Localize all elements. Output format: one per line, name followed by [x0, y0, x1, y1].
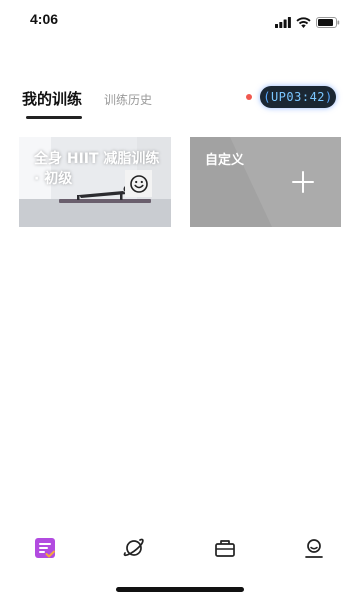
status-icons — [275, 13, 340, 32]
timer-bracket-right: ) — [325, 90, 333, 104]
tab-training-history[interactable]: 训练历史 — [104, 91, 152, 108]
plus-icon[interactable] — [290, 169, 316, 195]
battery-icon — [316, 13, 340, 32]
status-time: 4:06 — [30, 11, 59, 27]
timer-value: 03:42 — [286, 90, 326, 104]
recording-dot — [246, 94, 252, 100]
home-indicator — [116, 587, 244, 592]
timer-prefix: UP — [270, 90, 287, 104]
custom-workout-card[interactable]: 自定义 — [190, 137, 341, 227]
clipboard-check-icon[interactable] — [31, 534, 59, 562]
active-tab-underline — [26, 116, 82, 119]
bottom-nav — [0, 528, 360, 568]
signal-icon — [275, 13, 291, 32]
tab-my-training[interactable]: 我的训练 — [22, 88, 83, 119]
smile-icon[interactable] — [125, 170, 152, 197]
workout-card-hiit[interactable]: 全身 HIIT 减脂训练 · 初级 — [19, 137, 171, 227]
workout-timer[interactable]: ( UP 03:42 ) — [260, 86, 336, 108]
custom-card-title: 自定义 — [205, 153, 245, 168]
timer-bracket-left: ( — [263, 90, 271, 104]
status-bar: 4:06 — [0, 0, 360, 40]
bag-icon[interactable] — [211, 534, 239, 562]
training-tabs: 我的训练 训练历史 — [22, 88, 152, 120]
planet-icon[interactable] — [120, 534, 148, 562]
wifi-icon — [296, 13, 311, 32]
user-icon[interactable] — [300, 534, 328, 562]
tab-my-training-label: 我的训练 — [22, 90, 83, 108]
